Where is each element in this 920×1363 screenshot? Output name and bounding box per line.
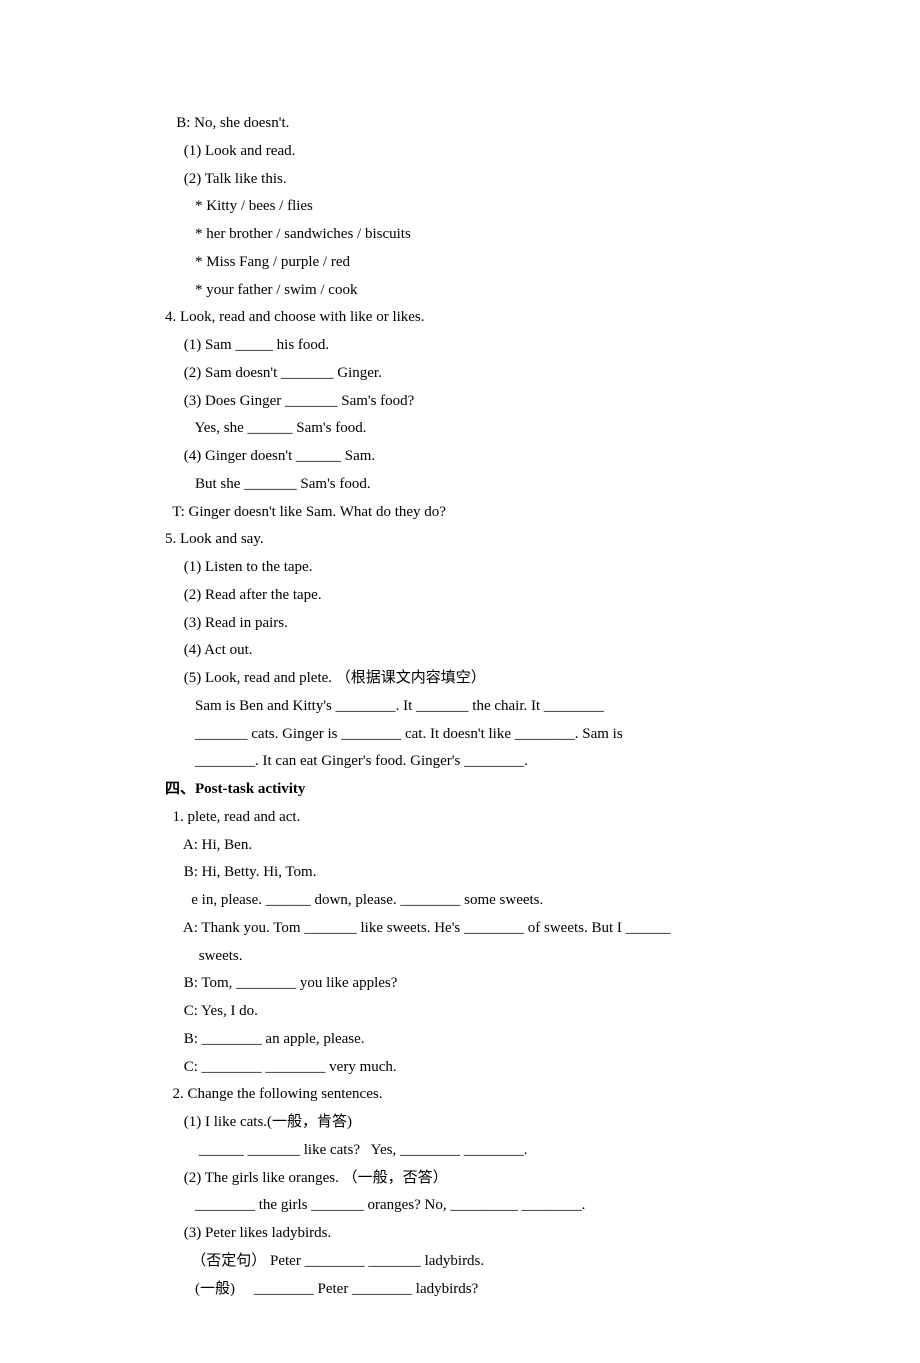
- exercise-line: (3) Peter likes ladybirds.: [165, 1220, 755, 1248]
- teacher-line: T: Ginger doesn't like Sam. What do they…: [165, 499, 755, 527]
- exercise-heading: 2. Change the following sentences.: [165, 1081, 755, 1109]
- document-page: B: No, she doesn't. (1) Look and read. (…: [0, 0, 920, 1363]
- exercise-heading: 5. Look and say.: [165, 526, 755, 554]
- fill-blank-line: B: ________ an apple, please.: [165, 1026, 755, 1054]
- fill-blank-line: But she _______ Sam's food.: [165, 471, 755, 499]
- section-title: 四、Post-task activity: [165, 776, 755, 804]
- fill-blank-line: Yes, she ______ Sam's food.: [165, 415, 755, 443]
- fill-blank-line: (1) Sam _____ his food.: [165, 332, 755, 360]
- instruction-line: (2) Read after the tape.: [165, 582, 755, 610]
- instruction-line: (1) Look and read.: [165, 138, 755, 166]
- fill-blank-line: (3) Does Ginger _______ Sam's food?: [165, 388, 755, 416]
- fill-blank-line: ________ the girls _______ oranges? No, …: [165, 1192, 755, 1220]
- instruction-line: (5) Look, read and plete. （根据课文内容填空）: [165, 665, 755, 693]
- fill-blank-line: C: ________ ________ very much.: [165, 1054, 755, 1082]
- instruction-line: (4) Act out.: [165, 637, 755, 665]
- fill-blank-line: A: Thank you. Tom _______ like sweets. H…: [165, 915, 755, 943]
- instruction-line: (2) Talk like this.: [165, 166, 755, 194]
- fill-blank-line: (一般) ________ Peter ________ ladybirds?: [165, 1276, 755, 1304]
- fill-blank-line: (2) Sam doesn't _______ Ginger.: [165, 360, 755, 388]
- bullet-line: * Miss Fang / purple / red: [165, 249, 755, 277]
- exercise-line: (1) I like cats.(一般，肯答): [165, 1109, 755, 1137]
- dialogue-line: B: Hi, Betty. Hi, Tom.: [165, 859, 755, 887]
- instruction-line: (1) Listen to the tape.: [165, 554, 755, 582]
- exercise-heading: 4. Look, read and choose with like or li…: [165, 304, 755, 332]
- fill-blank-line: B: Tom, ________ you like apples?: [165, 970, 755, 998]
- dialogue-line: C: Yes, I do.: [165, 998, 755, 1026]
- fill-blank-line: （否定句） Peter ________ _______ ladybirds.: [165, 1248, 755, 1276]
- dialogue-line: A: Hi, Ben.: [165, 832, 755, 860]
- fill-blank-line: ________. It can eat Ginger's food. Ging…: [165, 748, 755, 776]
- fill-blank-line: sweets.: [165, 943, 755, 971]
- fill-blank-line: (4) Ginger doesn't ______ Sam.: [165, 443, 755, 471]
- fill-blank-line: ______ _______ like cats? Yes, ________ …: [165, 1137, 755, 1165]
- fill-blank-line: e in, please. ______ down, please. _____…: [165, 887, 755, 915]
- dialogue-line: B: No, she doesn't.: [165, 110, 755, 138]
- exercise-line: (2) The girls like oranges. （一般，否答）: [165, 1165, 755, 1193]
- bullet-line: * Kitty / bees / flies: [165, 193, 755, 221]
- bullet-line: * your father / swim / cook: [165, 277, 755, 305]
- fill-blank-line: Sam is Ben and Kitty's ________. It ____…: [165, 693, 755, 721]
- exercise-heading: 1. plete, read and act.: [165, 804, 755, 832]
- fill-blank-line: _______ cats. Ginger is ________ cat. It…: [165, 721, 755, 749]
- instruction-line: (3) Read in pairs.: [165, 610, 755, 638]
- bullet-line: * her brother / sandwiches / biscuits: [165, 221, 755, 249]
